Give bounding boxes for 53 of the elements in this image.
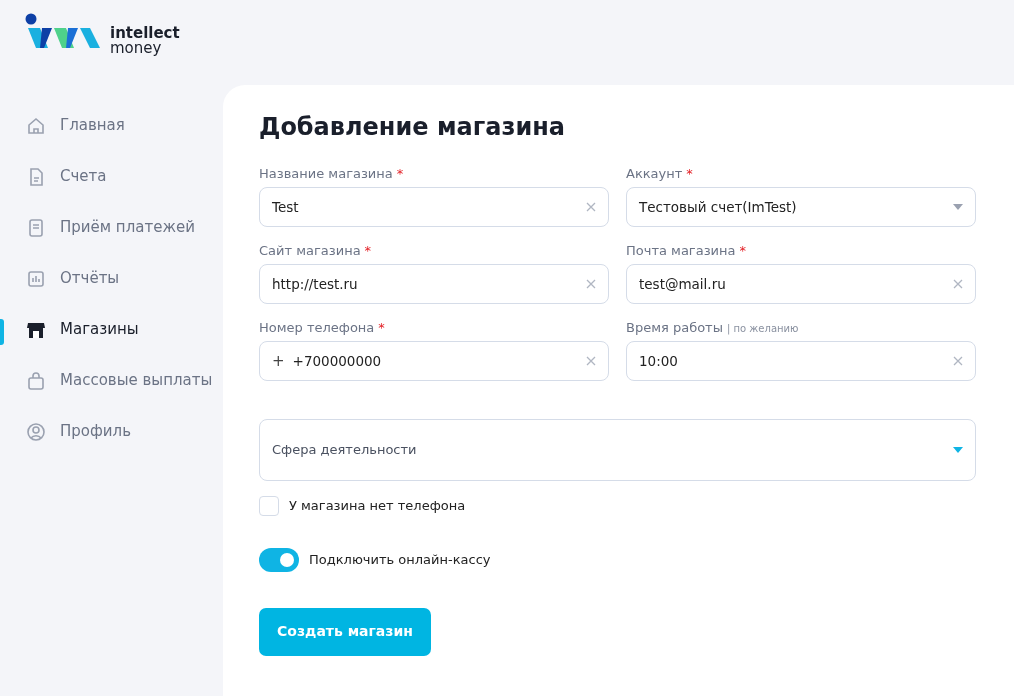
sidebar-item[interactable]: Массовые выплаты	[0, 355, 223, 406]
sidebar-item[interactable]: Счета	[0, 151, 223, 202]
field-value: Test	[272, 197, 300, 217]
required-mark: *	[686, 165, 693, 181]
clear-icon[interactable]	[953, 355, 963, 366]
selection-indicator	[0, 319, 4, 345]
input-field[interactable]: + +700000000	[259, 340, 609, 381]
required-mark: *	[396, 165, 404, 181]
field-label: Почта магазина	[626, 242, 736, 258]
required-mark: *	[739, 242, 746, 258]
caret-icon	[953, 203, 963, 210]
clear-icon[interactable]	[953, 278, 963, 289]
user-icon	[26, 421, 46, 442]
required-mark: *	[378, 319, 385, 335]
clear-icon[interactable]	[586, 355, 596, 366]
field-value: +700000000	[292, 351, 383, 371]
receipt-icon	[26, 217, 46, 238]
checkbox-label: У магазина нет телефона	[289, 497, 466, 516]
clear-icon[interactable]	[586, 278, 596, 289]
toggle-label: Подключить онлайн-кассу	[309, 551, 491, 570]
chart-icon	[26, 268, 46, 289]
activity-select[interactable]: Сфера деятельности	[259, 418, 976, 481]
logo-text: intellect	[110, 26, 180, 41]
field-label: Номер телефона	[259, 319, 375, 335]
page-title: Добавление магазина	[259, 113, 566, 142]
logo-text: money	[110, 39, 162, 57]
home-icon	[26, 115, 46, 136]
bag-icon	[26, 370, 46, 391]
sidebar-item[interactable]: Главная	[0, 100, 223, 151]
sidebar-item[interactable]: Профиль	[0, 406, 223, 457]
field-value: test@mail.ru	[639, 274, 727, 294]
input-field[interactable]: test@mail.ru	[626, 263, 976, 304]
sidebar-item[interactable]: Отчёты	[0, 253, 223, 304]
checkbox[interactable]	[259, 495, 279, 516]
field-label: Сайт магазина	[259, 242, 361, 258]
caret-icon	[953, 446, 963, 453]
select-field[interactable]: Тестовый счет(ImTest)	[626, 186, 976, 227]
field-value: http://test.ru	[272, 274, 359, 294]
toggle-switch[interactable]	[259, 547, 299, 572]
field-value: 10:00	[639, 351, 679, 371]
field-value: Тестовый счет(ImTest)	[639, 197, 798, 217]
clear-icon[interactable]	[586, 201, 596, 212]
input-field[interactable]: http://test.ru	[259, 263, 609, 304]
sidebar-item[interactable]: Магазины	[0, 304, 223, 355]
sidebar-item[interactable]: Приём платежей	[0, 202, 223, 253]
field-label: Аккаунт	[626, 165, 683, 181]
required-mark: *	[364, 242, 372, 258]
input-field[interactable]: Test	[259, 186, 609, 227]
field-label: Название магазина	[259, 165, 393, 181]
field-label: Время работы	[626, 319, 723, 335]
prefix-sign: +	[272, 350, 285, 372]
input-field[interactable]: 10:00	[626, 340, 976, 381]
optional-note: | по желанию	[726, 322, 799, 334]
